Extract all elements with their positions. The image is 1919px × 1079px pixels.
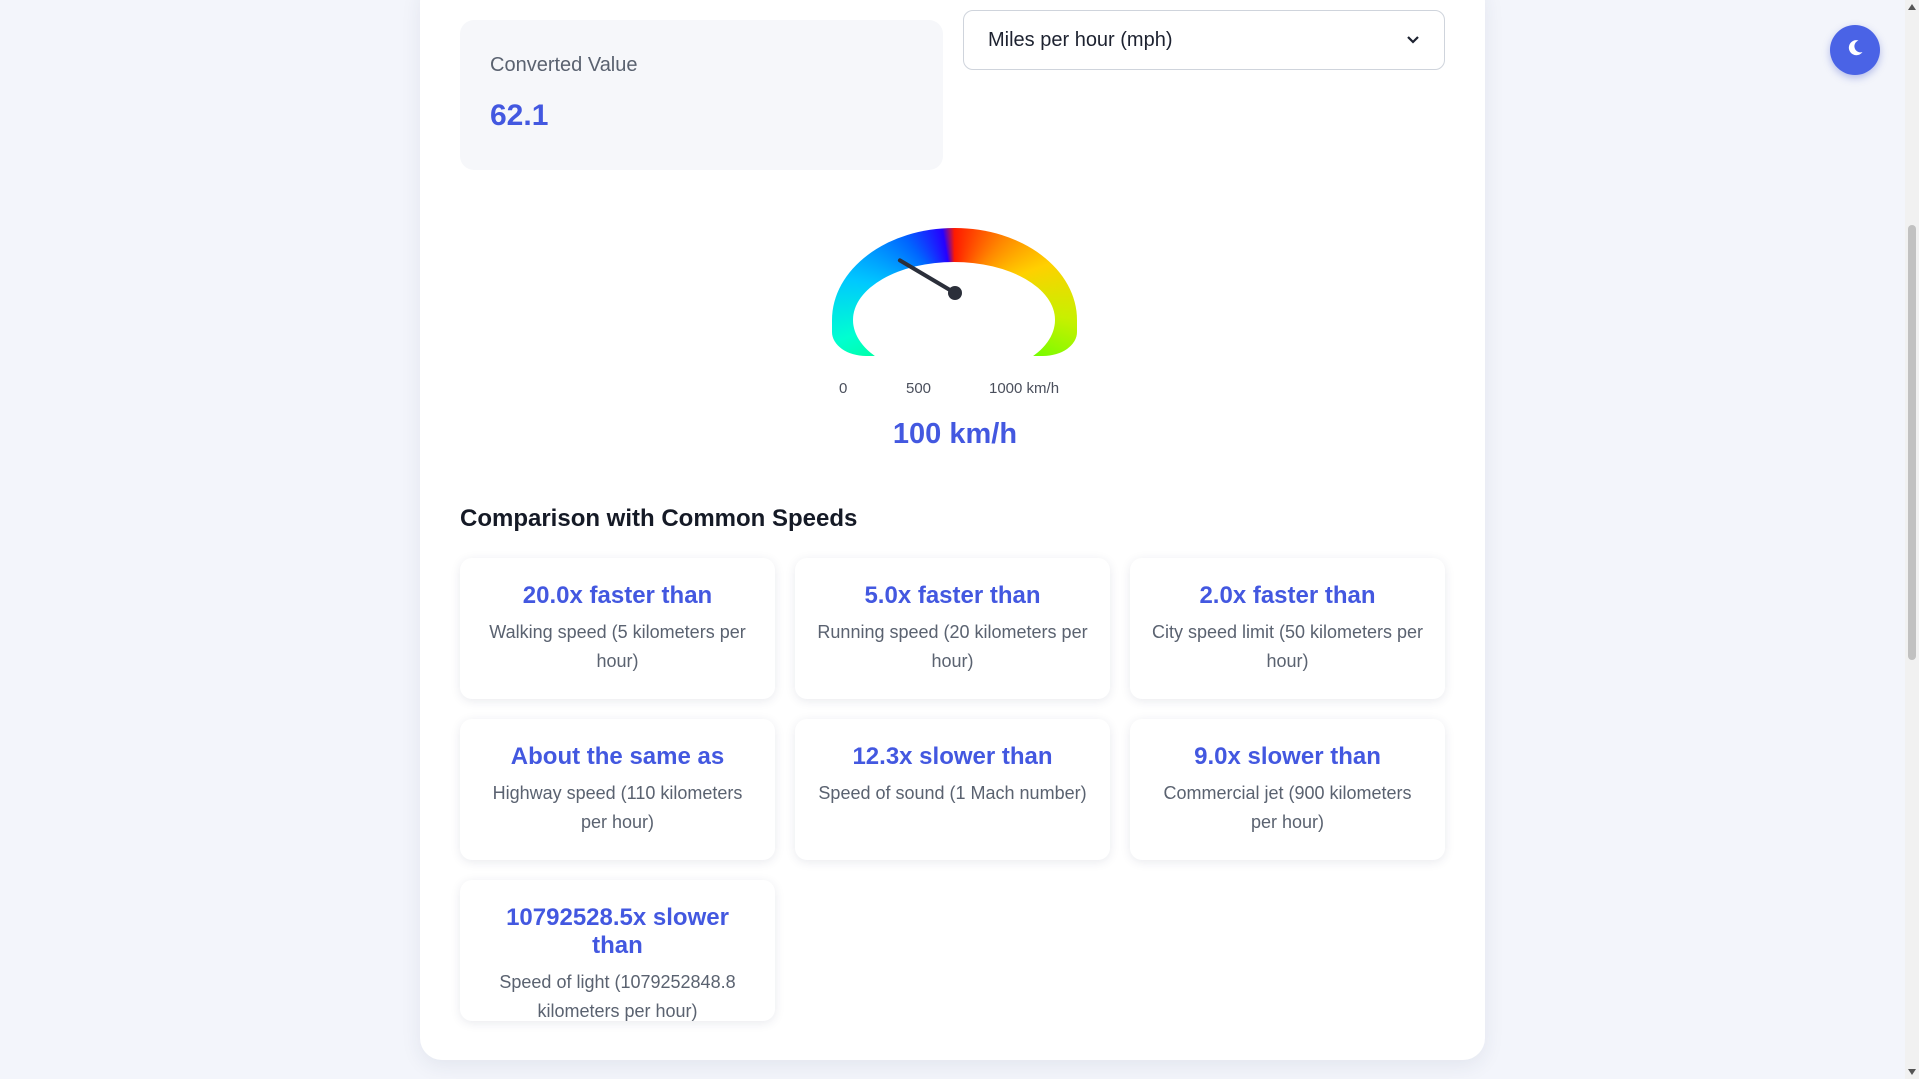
- comparison-description: Highway speed (110 kilometers per hour): [492, 783, 743, 832]
- moon-icon: [1845, 38, 1865, 63]
- gauge-hub: [948, 286, 962, 300]
- chevron-down-icon: [1406, 32, 1420, 48]
- comparison-headline: 12.3x slower than: [852, 743, 1053, 770]
- comparison-card: 9.0x slower than Commercial jet (900 kil…: [1130, 719, 1445, 860]
- comparison-description: Running speed (20 kilometers per hour): [817, 622, 1088, 671]
- gauge-needle-layer: [897, 258, 962, 300]
- comparison-headline: 10792528.5x slower than: [506, 904, 729, 959]
- comparison-card: 10792528.5x slower than Speed of light (…: [460, 880, 775, 1021]
- comparison-headline: 2.0x faster than: [1199, 582, 1376, 609]
- converted-value: 62.1: [490, 99, 549, 132]
- comparison-description: Commercial jet (900 kilometers per hour): [1163, 783, 1412, 832]
- comparison-description: Speed of light (1079252848.8 kilometers …: [499, 972, 736, 1021]
- comparison-headline: 20.0x faster than: [522, 582, 713, 609]
- comparison-card: 20.0x faster than Walking speed (5 kilom…: [460, 558, 775, 699]
- comparison-description: Speed of sound (1 Mach number): [818, 783, 1087, 803]
- comparison-title: Comparison with Common Speeds: [460, 505, 858, 532]
- comparison-description: Walking speed (5 kilometers per hour): [489, 622, 746, 671]
- converted-label: Converted Value: [490, 54, 638, 76]
- comparison-headline: 5.0x faster than: [864, 582, 1041, 609]
- comparison-card: 2.0x faster than City speed limit (50 ki…: [1130, 558, 1445, 699]
- gauge-tick-500: 500: [906, 380, 932, 397]
- target-unit-selected: Miles per hour (mph): [988, 28, 1173, 51]
- gauge-tick-1000: 1000 km/h: [989, 380, 1060, 397]
- comparison-grid: 20.0x faster than Walking speed (5 kilom…: [460, 558, 1445, 1021]
- comparison-card: 5.0x faster than Running speed (20 kilom…: [795, 558, 1110, 699]
- scrollbar-thumb[interactable]: [1908, 225, 1916, 660]
- speedometer-gauge: [820, 220, 1090, 378]
- comparison-description: City speed limit (50 kilometers per hour…: [1151, 622, 1424, 671]
- scroll-up-arrow[interactable]: [1908, 4, 1916, 10]
- comparison-headline: About the same as: [510, 743, 725, 770]
- comparison-card: About the same as Highway speed (110 kil…: [460, 719, 775, 860]
- gauge-needle: [897, 258, 957, 295]
- page-scrollbar[interactable]: [1905, 0, 1919, 1079]
- scroll-down-arrow[interactable]: [1908, 1069, 1916, 1075]
- comparison-headline: 9.0x slower than: [1194, 743, 1381, 770]
- converted-value-box: Converted Value 62.1: [460, 20, 943, 170]
- comparison-card: 12.3x slower than Speed of sound (1 Mach…: [795, 719, 1110, 860]
- target-unit-select[interactable]: Miles per hour (mph): [963, 10, 1445, 70]
- speed-readout: 100 km/h: [892, 418, 1018, 450]
- gauge-tick-0: 0: [839, 380, 848, 397]
- theme-toggle-button[interactable]: [1830, 25, 1880, 75]
